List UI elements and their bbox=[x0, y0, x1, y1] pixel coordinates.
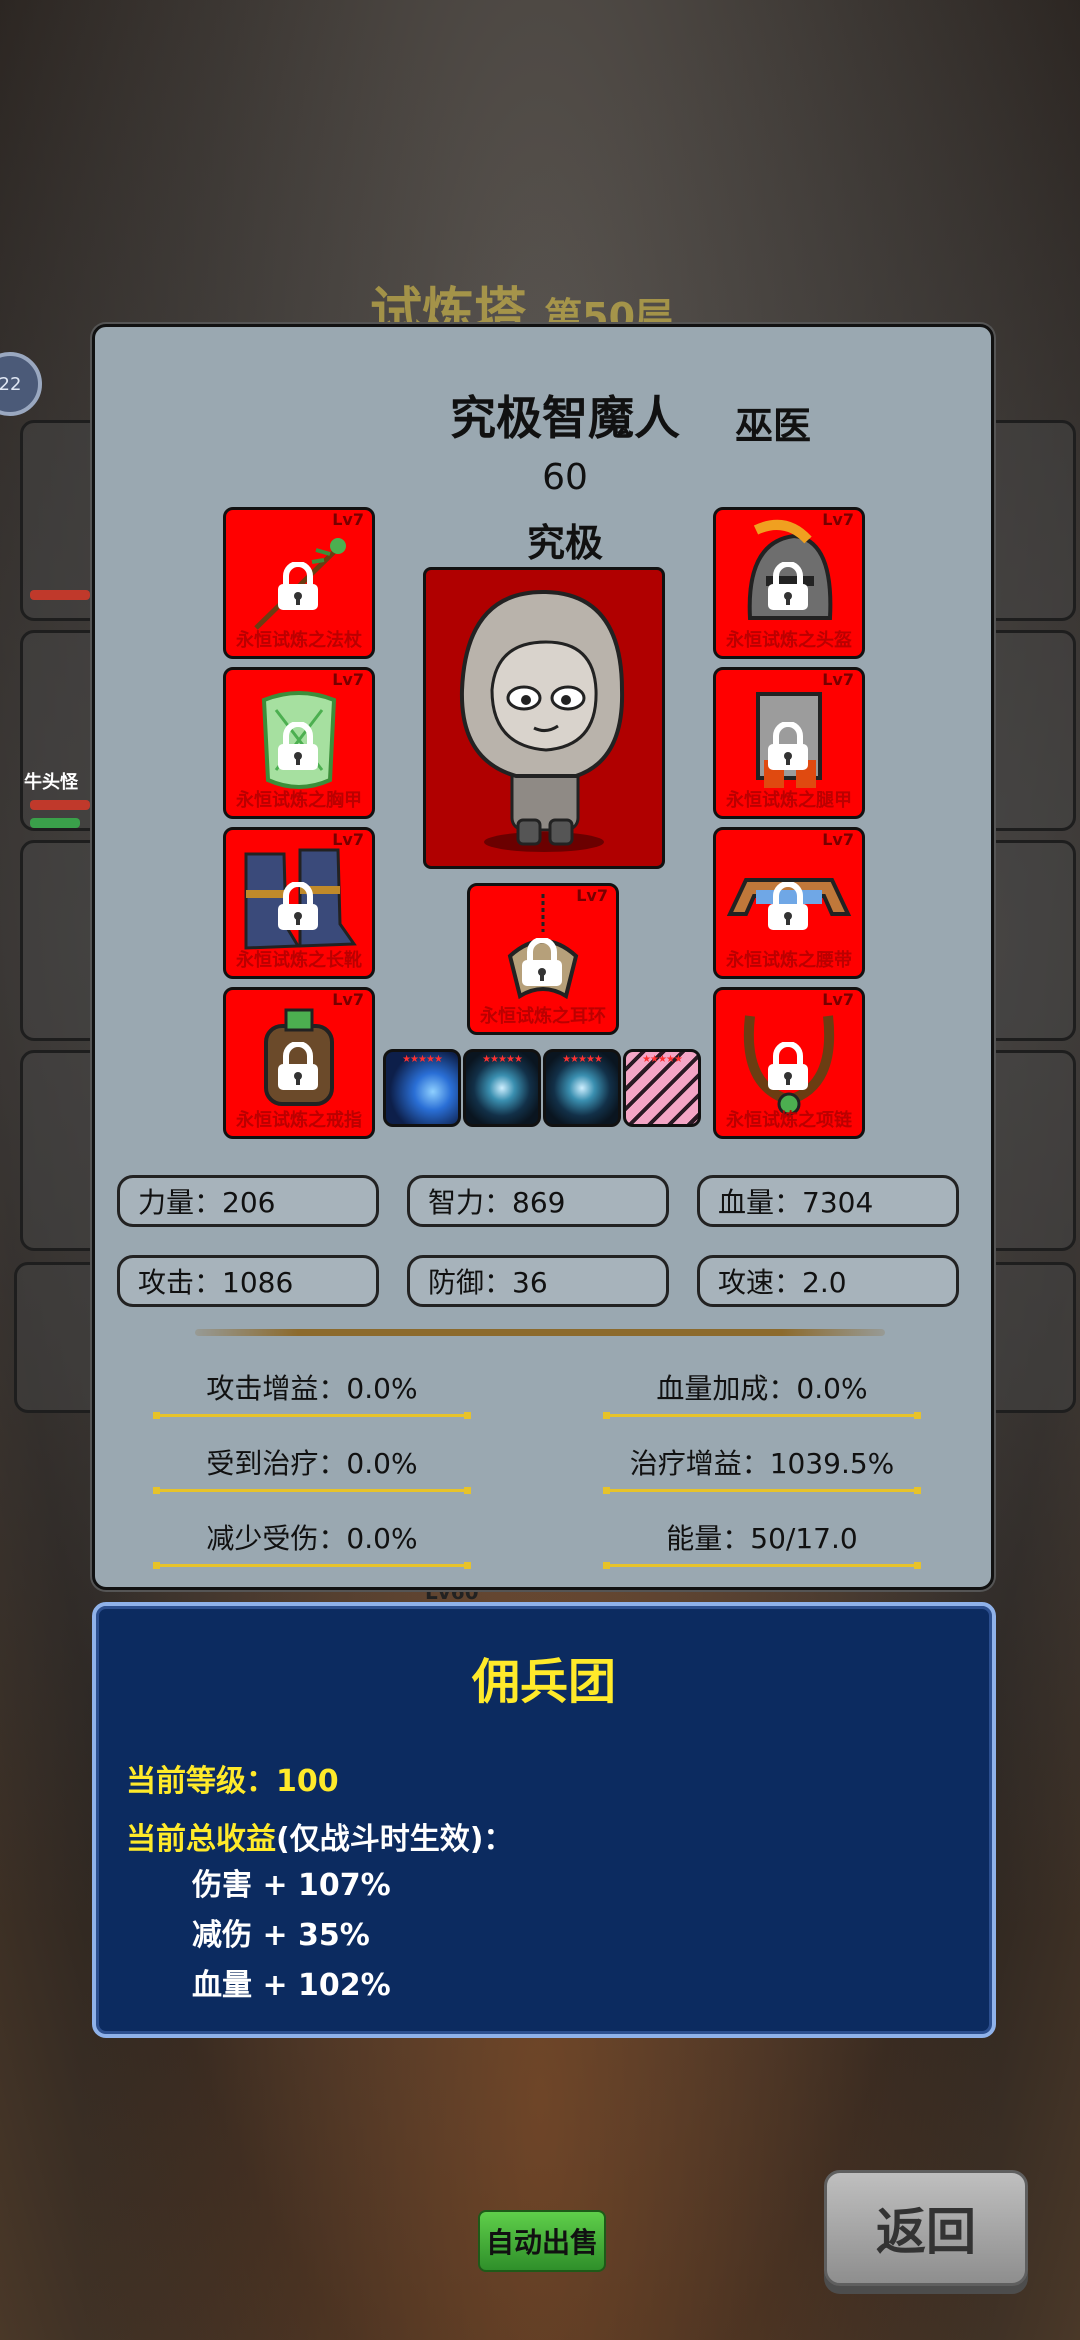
skill-slot-2[interactable]: ★★★★★ bbox=[463, 1049, 541, 1127]
bg-enemy-card-2[interactable] bbox=[980, 630, 1076, 831]
mercenary-damage: 伤害 + 107% bbox=[192, 1868, 391, 1903]
bonus-underline bbox=[153, 1412, 471, 1419]
equip-level: Lv7 bbox=[822, 990, 854, 1009]
bonus-value: 受到治疗：0.0% bbox=[206, 1447, 418, 1480]
skill-stars: ★★★★★ bbox=[482, 1054, 523, 1065]
bonus-underline bbox=[603, 1412, 921, 1419]
bg-enemy-card-1[interactable] bbox=[980, 420, 1076, 621]
mercenary-level-value: 100 bbox=[276, 1764, 339, 1799]
equip-slot-helmet[interactable]: Lv7 永恒试炼之头盔 bbox=[713, 507, 865, 659]
bonus-energy: 能量：50/17.0 bbox=[603, 1517, 921, 1569]
bg-enemy-card-3[interactable] bbox=[980, 840, 1076, 1041]
bonus-underline bbox=[153, 1562, 471, 1569]
hero-portrait[interactable] bbox=[423, 567, 665, 869]
bonus-underline bbox=[153, 1487, 471, 1494]
mercenary-level-row: 当前等级：100 bbox=[126, 1756, 339, 1800]
equip-slot-leg-armor[interactable]: Lv7 永恒试炼之腿甲 bbox=[713, 667, 865, 819]
bonus-healing-boost: 治疗增益：1039.5% bbox=[603, 1442, 921, 1494]
stat-intellect: 智力：869 bbox=[407, 1175, 669, 1227]
hero-detail-panel: 究极智魔人 巫医 60 究极 Lv7 永恒试炼之法杖 Lv7 永恒试炼之胸甲 L… bbox=[92, 324, 994, 1590]
bg-mp-bar bbox=[30, 818, 80, 828]
equip-level: Lv7 bbox=[332, 990, 364, 1009]
bg-monster-label: 牛头怪 bbox=[24, 772, 78, 793]
lock-icon bbox=[278, 722, 318, 770]
equip-label: 永恒试炼之胸甲 bbox=[236, 790, 362, 811]
equip-slot-staff[interactable]: Lv7 永恒试炼之法杖 bbox=[223, 507, 375, 659]
bonus-value: 能量：50/17.0 bbox=[666, 1522, 858, 1555]
equip-slot-necklace[interactable]: Lv7 永恒试炼之项链 bbox=[713, 987, 865, 1139]
lock-icon bbox=[768, 882, 808, 930]
bonus-underline bbox=[603, 1562, 921, 1569]
lock-icon bbox=[278, 882, 318, 930]
hero-name: 究极智魔人 bbox=[450, 391, 680, 445]
mercenary-title: 佣兵团 bbox=[471, 1654, 616, 1710]
mercenary-panel: 佣兵团 当前等级：100 当前总收益(仅战斗时生效)： 伤害 + 107% 减伤… bbox=[92, 1602, 996, 2038]
mercenary-level-label: 当前等级： bbox=[126, 1764, 276, 1799]
stat-defense: 防御：36 bbox=[407, 1255, 669, 1307]
mercenary-hp: 血量 + 102% bbox=[192, 1968, 391, 2003]
equip-level: Lv7 bbox=[822, 670, 854, 689]
equip-label: 永恒试炼之长靴 bbox=[236, 950, 362, 971]
skill-stars: ★★★★★ bbox=[562, 1054, 603, 1065]
equip-label: 永恒试炼之法杖 bbox=[236, 630, 362, 651]
bonus-value: 治疗增益：1039.5% bbox=[629, 1447, 895, 1480]
lock-icon bbox=[768, 1042, 808, 1090]
lock-icon bbox=[278, 562, 318, 610]
bonus-value: 血量加成：0.0% bbox=[656, 1372, 868, 1405]
bonus-attack-boost: 攻击增益：0.0% bbox=[153, 1367, 471, 1419]
equip-slot-chestplate[interactable]: Lv7 永恒试炼之胸甲 bbox=[223, 667, 375, 819]
skill-stars: ★★★★★ bbox=[642, 1054, 683, 1065]
skill-slot-1[interactable]: ★★★★★ bbox=[383, 1049, 461, 1127]
hero-level: 60 bbox=[542, 457, 588, 498]
equip-level: Lv7 bbox=[332, 670, 364, 689]
auto-sell-button[interactable]: 自动出售 bbox=[478, 2210, 606, 2272]
skill-slot-3[interactable]: ★★★★★ bbox=[543, 1049, 621, 1127]
equip-slot-boots[interactable]: Lv7 永恒试炼之长靴 bbox=[223, 827, 375, 979]
section-divider bbox=[195, 1329, 885, 1336]
equip-label: 永恒试炼之戒指 bbox=[236, 1110, 362, 1131]
bonus-hp: 血量加成：0.0% bbox=[603, 1367, 921, 1419]
stat-attack-speed: 攻速：2.0 bbox=[697, 1255, 959, 1307]
hooded-hero-icon bbox=[459, 589, 625, 852]
stat-hp: 血量：7304 bbox=[697, 1175, 959, 1227]
equip-slot-belt[interactable]: Lv7 永恒试炼之腰带 bbox=[713, 827, 865, 979]
equip-level: Lv7 bbox=[822, 830, 854, 849]
skill-stars: ★★★★★ bbox=[402, 1054, 443, 1065]
bonus-underline bbox=[603, 1487, 921, 1494]
equip-level: Lv7 bbox=[576, 886, 608, 905]
mercenary-income-label: 当前总收益 bbox=[126, 1822, 276, 1857]
lock-icon bbox=[522, 938, 562, 986]
bonus-damage-reduction: 减少受伤：0.0% bbox=[153, 1517, 471, 1569]
hero-class: 巫医 bbox=[735, 404, 812, 448]
bonus-healing-received: 受到治疗：0.0% bbox=[153, 1442, 471, 1494]
bg-enemy-card-5[interactable] bbox=[980, 1262, 1076, 1413]
bg-enemy-card-4[interactable] bbox=[980, 1050, 1076, 1251]
mercenary-income-row: 当前总收益(仅战斗时生效)： bbox=[126, 1814, 513, 1858]
bonus-value: 减少受伤：0.0% bbox=[206, 1522, 418, 1555]
equip-slot-ring[interactable]: Lv7 永恒试炼之戒指 bbox=[223, 987, 375, 1139]
mercenary-reduction: 减伤 + 35% bbox=[192, 1918, 370, 1953]
bg-hp-bar bbox=[30, 800, 90, 810]
stat-attack: 攻击：1086 bbox=[117, 1255, 379, 1307]
equip-level: Lv7 bbox=[332, 830, 364, 849]
stat-strength: 力量：206 bbox=[117, 1175, 379, 1227]
equip-label: 永恒试炼之耳环 bbox=[480, 1006, 606, 1027]
bonus-value: 攻击增益：0.0% bbox=[206, 1372, 418, 1405]
equip-label: 永恒试炼之腿甲 bbox=[726, 790, 852, 811]
equip-slot-earring[interactable]: Lv7 永恒试炼之耳环 bbox=[467, 883, 619, 1035]
lock-icon bbox=[278, 1042, 318, 1090]
bg-hp-bar bbox=[30, 590, 90, 600]
lock-icon bbox=[768, 722, 808, 770]
equip-label: 永恒试炼之腰带 bbox=[726, 950, 852, 971]
lock-icon bbox=[768, 562, 808, 610]
equip-level: Lv7 bbox=[822, 510, 854, 529]
back-button[interactable]: 返回 bbox=[824, 2170, 1028, 2286]
equip-label: 永恒试炼之头盔 bbox=[726, 630, 852, 651]
skill-slot-4[interactable]: ★★★★★ bbox=[623, 1049, 701, 1127]
equip-level: Lv7 bbox=[332, 510, 364, 529]
hero-rank: 究极 bbox=[526, 521, 603, 565]
mercenary-income-note: (仅战斗时生效)： bbox=[276, 1822, 514, 1857]
equip-label: 永恒试炼之项链 bbox=[726, 1110, 852, 1131]
